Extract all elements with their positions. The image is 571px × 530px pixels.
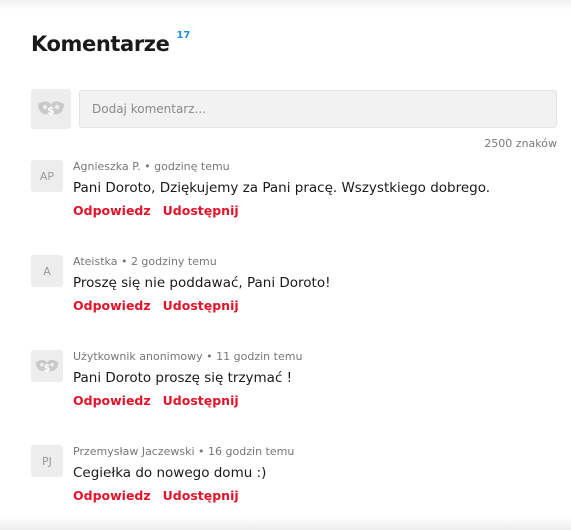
comment-time: 11 godzin temu	[216, 350, 303, 363]
share-button[interactable]: Udostępnij	[163, 393, 239, 408]
comments-title: Komentarze	[31, 32, 170, 56]
comments-header: Komentarze 17	[31, 30, 190, 58]
svg-text:$: $	[47, 104, 55, 117]
comment-input[interactable]	[79, 90, 557, 128]
comment-text: Pani Doroto proszę się trzymać !	[73, 370, 293, 386]
comment-author[interactable]: Przemysław Jaczewski	[73, 445, 195, 458]
reply-button[interactable]: Odpowiedz	[73, 203, 151, 218]
comment-item: $ Użytkownik anonimowy • 11 godzin temu …	[31, 350, 302, 408]
comment-avatar: A	[31, 255, 63, 287]
comment-meta: Przemysław Jaczewski • 16 godzin temu	[73, 445, 295, 458]
bottom-shadow	[0, 516, 571, 530]
comments-count: 17	[176, 30, 191, 41]
share-button[interactable]: Udostępnij	[163, 488, 239, 503]
comment-time: 16 godzin temu	[208, 445, 295, 458]
char-limit-label: 2500 znaków	[484, 137, 557, 150]
comment-meta: Użytkownik anonimowy • 11 godzin temu	[73, 350, 303, 363]
comment-avatar: PJ	[31, 445, 63, 477]
current-user-avatar: $	[31, 89, 71, 129]
comment-avatar: AP	[31, 160, 63, 192]
comment-author[interactable]: Agnieszka P.	[73, 160, 141, 173]
anonymous-mask-icon: $	[35, 359, 59, 373]
svg-text:$: $	[44, 362, 51, 373]
top-shadow	[0, 0, 571, 10]
comment-time: 2 godziny temu	[130, 255, 217, 268]
comment-item: PJ Przemysław Jaczewski • 16 godzin temu…	[31, 445, 294, 503]
comment-text: Cegiełka do nowego domu :)	[73, 465, 267, 481]
comment-text: Proszę się nie poddawać, Pani Doroto!	[73, 275, 331, 291]
comment-author[interactable]: Użytkownik anonimowy	[73, 350, 203, 363]
share-button[interactable]: Udostępnij	[163, 203, 239, 218]
comment-composer: $	[31, 89, 557, 129]
comment-text: Pani Doroto, Dziękujemy za Pani pracę. W…	[73, 180, 491, 196]
comment-item: AP Agnieszka P. • godzinę temu Pani Doro…	[31, 160, 490, 218]
comment-time: godzinę temu	[154, 160, 230, 173]
reply-button[interactable]: Odpowiedz	[73, 488, 151, 503]
comment-author[interactable]: Ateistka	[73, 255, 121, 268]
share-button[interactable]: Udostępnij	[163, 298, 239, 313]
comment-item: A Ateistka • 2 godziny temu Proszę się n…	[31, 255, 331, 313]
comment-meta: Agnieszka P. • godzinę temu	[73, 160, 230, 173]
comment-avatar: $	[31, 350, 63, 382]
reply-button[interactable]: Odpowiedz	[73, 298, 151, 313]
reply-button[interactable]: Odpowiedz	[73, 393, 151, 408]
comment-meta: Ateistka • 2 godziny temu	[73, 255, 217, 268]
anonymous-mask-icon: $	[38, 101, 64, 117]
